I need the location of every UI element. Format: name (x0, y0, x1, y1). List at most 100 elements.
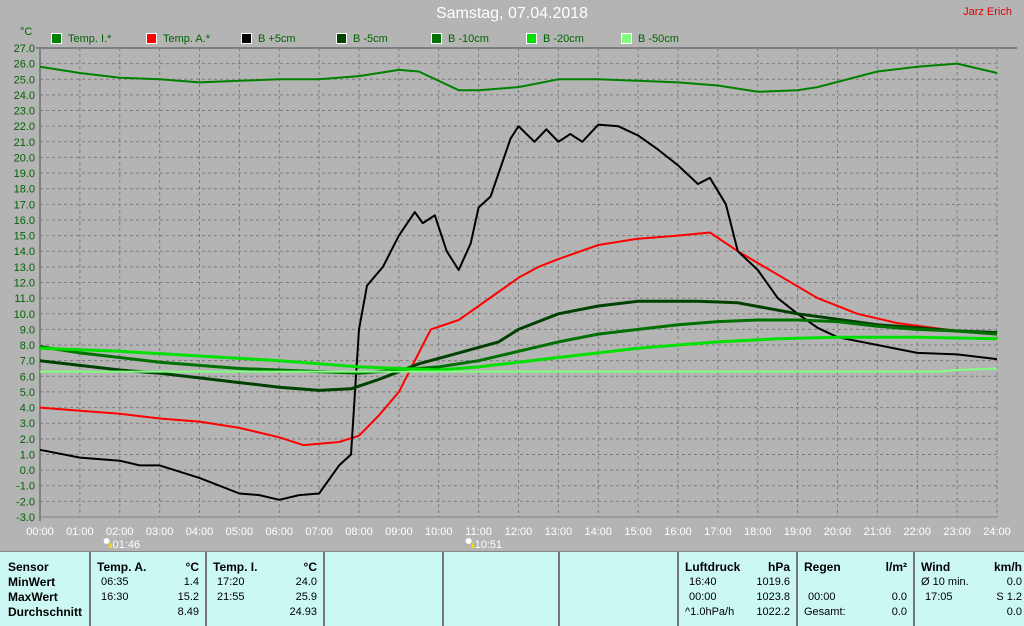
temp-i-min-time: 17:20 (217, 576, 245, 588)
x-tick-label: 04:00 (186, 526, 214, 538)
moon-icon (465, 538, 472, 544)
rain-total-label: Gesamt: (804, 606, 846, 618)
y-tick-label: 9.0 (20, 324, 35, 336)
y-tick-label: 26.0 (14, 59, 35, 71)
temp-a-avg: 8.49 (177, 606, 199, 618)
wind-column: Wind km/h Ø 10 min. 0.0 17:05 S 1.2 0.0 (913, 552, 1024, 626)
pressure-min: 1019.6 (756, 576, 790, 588)
y-tick-label: 15.0 (14, 231, 35, 243)
y-tick-label: -3.0 (16, 512, 35, 524)
y-tick-label: 0.0 (20, 465, 35, 477)
wind-current: 0.0 (1006, 606, 1022, 618)
temp-i-unit: °C (303, 560, 317, 574)
temp-a-header: Temp. A. (97, 560, 147, 574)
temp-i-max-time: 21:55 (217, 591, 245, 603)
y-tick-label: 24.0 (14, 90, 35, 102)
temp-a-unit: °C (185, 560, 199, 574)
y-tick-label: 14.0 (14, 246, 35, 258)
wind-max-time: 17:05 (925, 591, 953, 603)
y-tick-label: 7.0 (20, 356, 35, 368)
x-tick-label: 16:00 (664, 526, 692, 538)
wind-max: S 1.2 (996, 591, 1022, 603)
rain-header: Regen (804, 560, 841, 574)
x-tick-label: 01:00 (66, 526, 94, 538)
pressure-trend: ^1.0hPa/h (685, 606, 735, 618)
row-label-min: MinWert (8, 575, 56, 589)
x-tick-label: 02:00 (106, 526, 134, 538)
temp-i-avg: 24.93 (289, 606, 317, 618)
y-tick-label: 25.0 (14, 74, 35, 86)
x-tick-label: 24:00 (983, 526, 1011, 538)
y-tick-label: 20.0 (14, 152, 35, 164)
pressure-max: 1023.8 (756, 591, 790, 603)
y-tick-label: 5.0 (20, 387, 35, 399)
y-tick-label: -1.0 (16, 481, 35, 493)
x-tick-label: 08:00 (345, 526, 373, 538)
x-tick-label: 06:00 (265, 526, 293, 538)
wind-avg-label: Ø 10 min. (921, 576, 969, 588)
y-tick-label: 23.0 (14, 106, 35, 118)
y-tick-label: 21.0 (14, 137, 35, 149)
y-tick-label: 17.0 (14, 199, 35, 211)
y-tick-label: 1.0 (20, 449, 35, 461)
row-label-max: MaxWert (8, 590, 58, 604)
x-tick-label: 10:00 (425, 526, 453, 538)
x-tick-label: 18:00 (744, 526, 772, 538)
y-tick-label: 2.0 (20, 434, 35, 446)
x-tick-label: 23:00 (943, 526, 971, 538)
marker-time-label: 10:51 (475, 539, 503, 551)
x-tick-label: 12:00 (505, 526, 533, 538)
sunrise-icon (103, 538, 110, 544)
x-tick-label: 21:00 (864, 526, 892, 538)
y-tick-label: 11.0 (14, 293, 35, 305)
x-tick-label: 14:00 (584, 526, 612, 538)
empty-column (442, 552, 558, 626)
marker-time-label: 01:46 (113, 539, 141, 551)
x-tick-label: 07:00 (305, 526, 333, 538)
temp-i-max: 25.9 (295, 591, 317, 603)
sensor-header: Sensor (8, 560, 49, 574)
y-tick-label: 8.0 (20, 340, 35, 352)
y-tick-label: 13.0 (14, 262, 35, 274)
y-tick-label: 12.0 (14, 278, 35, 290)
empty-column (558, 552, 677, 626)
temp-a-column: Temp. A. °C 06:35 1.4 16:30 15.2 8.49 (89, 552, 205, 626)
chart-svg: 27.0 26.0 25.0 24.0 23.0 22.0 21.0 20.0 19.0 18.0… (14, 43, 1017, 551)
y-tick-label: 10.0 (14, 309, 35, 321)
rain-value: 0.0 (891, 591, 907, 603)
temp-i-column: Temp. I. °C 17:20 24.0 21:55 25.9 24.93 (205, 552, 323, 626)
y-tick-label: 19.0 (14, 168, 35, 180)
temp-a-min: 1.4 (183, 576, 199, 588)
y-tick-label: 4.0 (20, 403, 35, 415)
y-tick-label: 18.0 (14, 184, 35, 196)
pressure-max-time: 00:00 (689, 591, 717, 603)
wind-header: Wind (921, 560, 951, 574)
x-tick-label: 03:00 (146, 526, 174, 538)
x-tick-label: 19:00 (784, 526, 812, 538)
rain-time: 00:00 (808, 591, 836, 603)
row-label-avg: Durchschnitt (8, 605, 83, 619)
x-tick-label: 15:00 (624, 526, 652, 538)
rain-column: Regen l/m² 00:00 0.0 Gesamt: 0.0 (796, 552, 913, 626)
x-tick-label: 05:00 (226, 526, 254, 538)
temp-a-max: 15.2 (177, 591, 199, 603)
pressure-current: 1022.2 (756, 606, 790, 618)
empty-column (323, 552, 442, 626)
temp-a-max-time: 16:30 (101, 591, 129, 603)
wind-avg: 0.0 (1006, 576, 1022, 588)
x-tick-label: 00:00 (26, 526, 54, 538)
temp-a-min-time: 06:35 (101, 576, 129, 588)
y-tick-label: 6.0 (20, 371, 35, 383)
x-tick-label: 11:00 (465, 526, 492, 538)
x-tick-label: 20:00 (824, 526, 852, 538)
pressure-header: Luftdruck (685, 560, 741, 574)
x-tick-label: 09:00 (385, 526, 413, 538)
y-tick-label: -2.0 (16, 496, 35, 508)
sensor-column: Sensor MinWert MaxWert Durchschnitt (0, 552, 89, 626)
pressure-column: Luftdruck hPa 16:40 1019.6 00:00 1023.8 ^1.… (677, 552, 796, 626)
pressure-min-time: 16:40 (689, 576, 717, 588)
pressure-unit: hPa (767, 560, 790, 574)
y-tick-label: 3.0 (20, 418, 35, 430)
rain-total: 0.0 (891, 606, 907, 618)
x-tick-label: 22:00 (903, 526, 931, 538)
